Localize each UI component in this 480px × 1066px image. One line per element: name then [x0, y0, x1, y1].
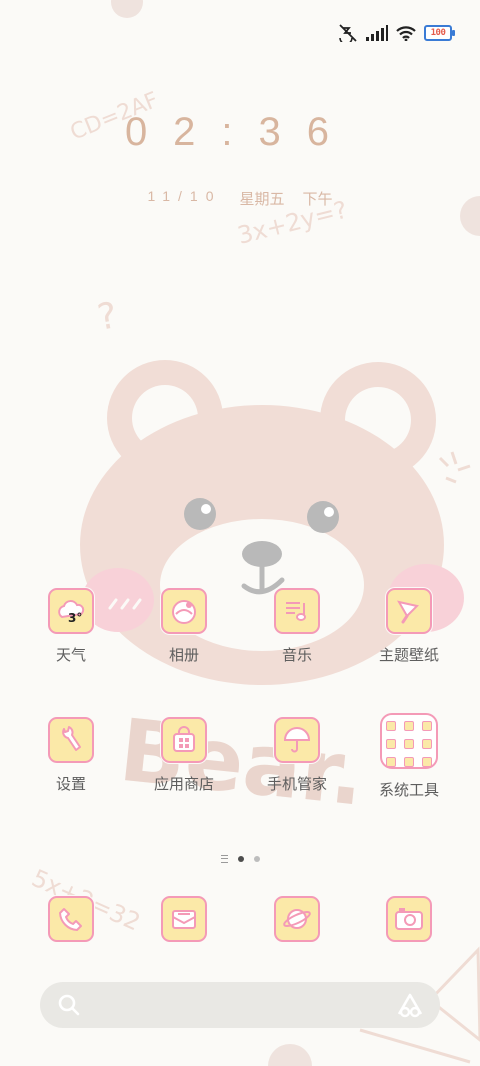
themes-icon[interactable]	[386, 588, 432, 634]
battery-icon: 100	[424, 25, 455, 41]
clock-time[interactable]: 02:36	[0, 110, 480, 155]
dock-browser[interactable]	[241, 896, 353, 942]
camera-body-icon	[395, 908, 423, 930]
app-settings[interactable]: 设置	[15, 717, 127, 794]
app-gallery[interactable]: 相册	[128, 588, 240, 665]
app-store[interactable]: 应用商店	[128, 717, 240, 794]
messages-icon[interactable]	[161, 896, 207, 942]
wrench-icon	[62, 726, 81, 751]
mute-vibrate-icon	[339, 24, 357, 42]
search-bar[interactable]	[40, 982, 440, 1028]
clock-period: 下午	[302, 191, 333, 208]
app-label: 应用商店	[153, 775, 214, 793]
battery-level: 100	[430, 28, 446, 38]
dock-messages[interactable]	[128, 896, 240, 942]
umbrella-icon	[283, 727, 311, 753]
folder-mini-icon	[404, 757, 414, 767]
app-label: 设置	[55, 775, 86, 793]
assistant-icon[interactable]	[396, 992, 424, 1018]
search-icon[interactable]	[58, 994, 80, 1016]
system-tools-folder-icon[interactable]	[380, 713, 438, 769]
app-label: 系统工具	[378, 781, 439, 799]
app-label: 天气	[55, 646, 86, 664]
folder-mini-icon	[404, 739, 414, 749]
app-weather[interactable]: 3° 天气	[15, 588, 127, 665]
page-indicator[interactable]	[0, 855, 480, 863]
camera-icon[interactable]	[386, 896, 432, 942]
handset-icon	[59, 908, 82, 931]
shopping-bag-icon	[173, 726, 195, 752]
gallery-ball-icon	[172, 600, 196, 624]
wallpaper-question: ?	[94, 295, 120, 339]
app-label: 音乐	[281, 646, 312, 664]
folder-mini-icon	[386, 757, 396, 767]
folder-mini-icon	[422, 739, 432, 749]
folder-mini-icon	[386, 739, 396, 749]
dock-camera[interactable]	[353, 896, 465, 942]
app-system-tools-folder[interactable]: 系统工具	[353, 713, 465, 800]
weather-icon[interactable]: 3°	[48, 588, 94, 634]
status-bar: 100	[338, 22, 455, 44]
app-security[interactable]: 手机管家	[241, 717, 353, 794]
browser-icon[interactable]	[274, 896, 320, 942]
app-music[interactable]: 音乐	[241, 588, 353, 665]
page-dot-active[interactable]	[237, 856, 244, 862]
folder-mini-icon	[404, 721, 414, 731]
page-dot[interactable]	[253, 856, 260, 862]
clock-weekday: 星期五	[239, 191, 285, 208]
clock-date: 11/10	[147, 188, 222, 204]
app-store-icon[interactable]	[161, 717, 207, 763]
music-note-icon	[286, 602, 306, 621]
wifi-icon	[396, 26, 416, 41]
gallery-icon[interactable]	[161, 588, 207, 634]
folder-mini-icon	[422, 757, 432, 767]
app-label: 主题壁纸	[378, 646, 439, 664]
clock-date-row[interactable]: 11/10 星期五 下午	[0, 188, 480, 209]
app-label: 手机管家	[266, 775, 327, 793]
page-menu-icon[interactable]	[220, 855, 228, 863]
paint-brush-icon	[397, 600, 419, 624]
settings-icon[interactable]	[48, 717, 94, 763]
security-icon[interactable]	[274, 717, 320, 763]
dock-phone[interactable]	[15, 896, 127, 942]
planet-icon	[283, 909, 311, 929]
wallpaper-dot	[268, 1044, 312, 1066]
phone-icon[interactable]	[48, 896, 94, 942]
wallpaper-anger-mark	[438, 451, 471, 484]
app-themes[interactable]: 主题壁纸	[353, 588, 465, 665]
wallpaper-dot	[111, 0, 143, 18]
cellular-signal-icon	[366, 25, 388, 41]
envelope-icon	[172, 910, 196, 929]
music-icon[interactable]	[274, 588, 320, 634]
folder-mini-icon	[422, 721, 432, 731]
folder-mini-icon	[386, 721, 396, 731]
weather-temperature: 3°	[68, 611, 83, 625]
app-label: 相册	[168, 646, 199, 664]
